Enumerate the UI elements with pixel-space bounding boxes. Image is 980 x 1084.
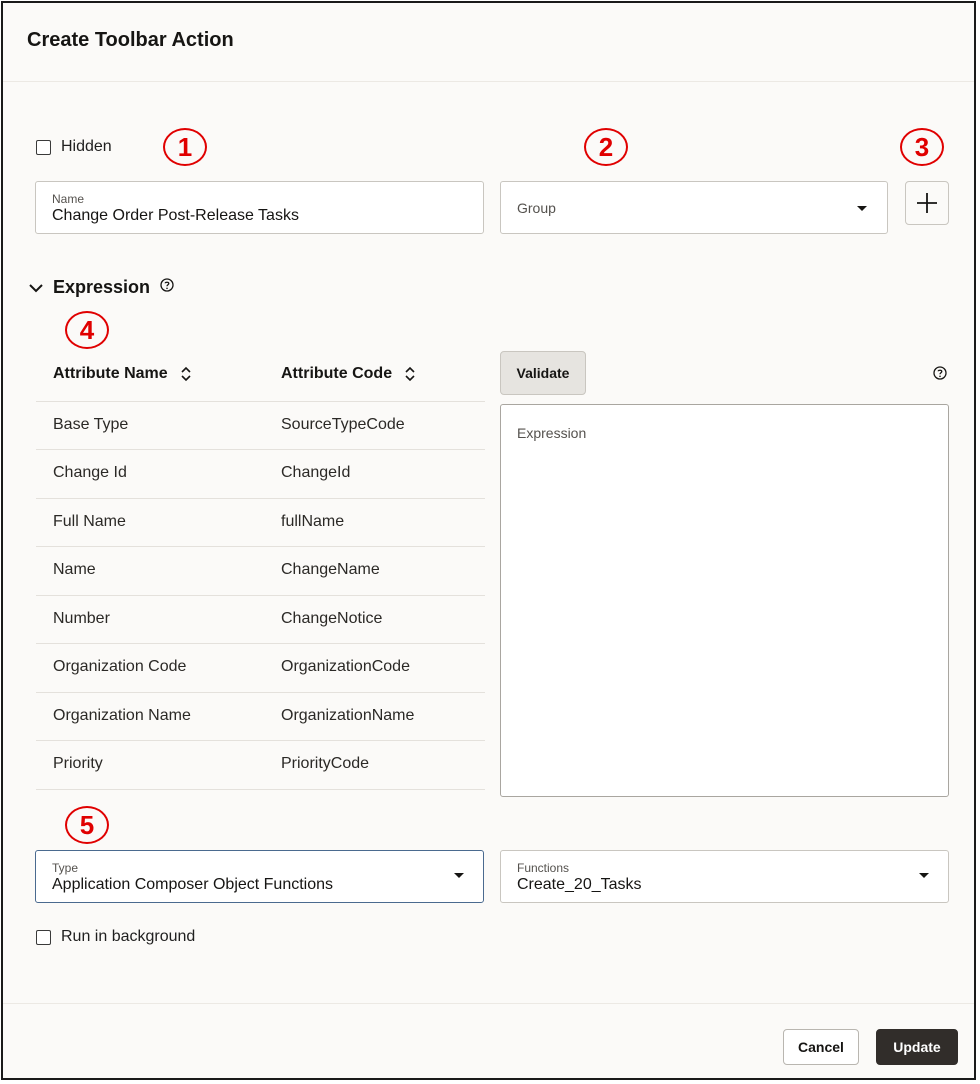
type-select-label: Type bbox=[52, 861, 79, 875]
chevron-down-icon bbox=[857, 206, 867, 211]
column-header-attribute-code[interactable]: Attribute Code bbox=[281, 365, 416, 383]
table-row[interactable]: Priority PriorityCode bbox=[36, 740, 485, 790]
group-select-placeholder: Group bbox=[517, 200, 556, 216]
callout-5: 5 bbox=[65, 806, 109, 844]
hidden-checkbox-row[interactable]: Hidden bbox=[36, 138, 112, 156]
attribute-name-cell: Number bbox=[53, 610, 110, 627]
attribute-name-cell: Full Name bbox=[53, 513, 126, 530]
type-select-value: Application Composer Object Functions bbox=[52, 876, 334, 893]
dialog-header: Create Toolbar Action bbox=[3, 3, 974, 82]
table-row[interactable]: Full Name fullName bbox=[36, 498, 485, 547]
type-select[interactable]: Type Application Composer Object Functio… bbox=[35, 850, 484, 903]
column-header-label: Attribute Code bbox=[281, 365, 393, 382]
callout-4: 4 bbox=[65, 311, 109, 349]
name-field-value[interactable]: Change Order Post-Release Tasks bbox=[52, 207, 299, 225]
hidden-checkbox-label: Hidden bbox=[61, 138, 112, 155]
attribute-name-cell: Priority bbox=[53, 755, 103, 772]
attribute-code-cell: ChangeId bbox=[281, 464, 351, 481]
functions-select[interactable]: Functions Create_20_Tasks bbox=[500, 850, 949, 903]
run-in-background-row[interactable]: Run in background bbox=[36, 928, 195, 946]
column-header-attribute-name[interactable]: Attribute Name bbox=[53, 365, 192, 383]
functions-select-label: Functions bbox=[517, 861, 570, 875]
expression-textarea[interactable]: Expression bbox=[500, 404, 949, 797]
group-select[interactable]: Group bbox=[500, 181, 888, 234]
help-icon[interactable] bbox=[933, 366, 947, 385]
cancel-button[interactable]: Cancel bbox=[783, 1029, 859, 1065]
sort-icon[interactable] bbox=[404, 366, 416, 382]
attribute-code-cell: ChangeNotice bbox=[281, 610, 383, 627]
expression-section-toggle[interactable]: Expression bbox=[29, 277, 174, 298]
attribute-name-cell: Organization Name bbox=[53, 707, 191, 724]
add-group-button[interactable] bbox=[905, 181, 949, 225]
table-row[interactable]: Organization Code OrganizationCode bbox=[36, 643, 485, 692]
run-in-background-label: Run in background bbox=[61, 928, 196, 945]
attribute-code-cell: OrganizationName bbox=[281, 707, 415, 724]
create-toolbar-action-dialog: Create Toolbar Action Hidden Name Change… bbox=[1, 1, 976, 1080]
callout-1: 1 bbox=[163, 128, 207, 166]
table-row[interactable]: Change Id ChangeId bbox=[36, 449, 485, 498]
attribute-code-cell: fullName bbox=[281, 513, 345, 530]
column-header-label: Attribute Name bbox=[53, 365, 168, 382]
attribute-code-cell: ChangeName bbox=[281, 561, 380, 578]
name-field-label: Name bbox=[52, 192, 85, 206]
chevron-down-icon[interactable] bbox=[29, 283, 43, 293]
chevron-down-icon bbox=[454, 873, 464, 878]
help-icon[interactable] bbox=[160, 278, 174, 297]
table-row[interactable]: Number ChangeNotice bbox=[36, 595, 485, 644]
update-button[interactable]: Update bbox=[876, 1029, 958, 1065]
expression-placeholder: Expression bbox=[517, 425, 587, 441]
functions-select-value: Create_20_Tasks bbox=[517, 876, 642, 893]
hidden-checkbox[interactable] bbox=[36, 139, 51, 155]
name-field[interactable]: Name Change Order Post-Release Tasks bbox=[35, 181, 484, 234]
attribute-name-cell: Change Id bbox=[53, 464, 127, 481]
table-row[interactable]: Organization Name OrganizationName bbox=[36, 692, 485, 741]
validate-button[interactable]: Validate bbox=[500, 351, 586, 395]
chevron-down-icon bbox=[919, 873, 929, 878]
table-row[interactable]: Base Type SourceTypeCode bbox=[36, 401, 485, 450]
sort-icon[interactable] bbox=[180, 366, 192, 382]
callout-3: 3 bbox=[900, 128, 944, 166]
dialog-title: Create Toolbar Action bbox=[27, 29, 234, 51]
callout-2: 2 bbox=[584, 128, 628, 166]
attribute-name-cell: Base Type bbox=[53, 416, 129, 433]
table-row[interactable]: Name ChangeName bbox=[36, 546, 485, 595]
plus-icon bbox=[917, 193, 937, 213]
run-in-background-checkbox[interactable] bbox=[36, 929, 51, 945]
attribute-name-cell: Organization Code bbox=[53, 658, 187, 675]
attribute-code-cell: OrganizationCode bbox=[281, 658, 410, 675]
expression-section-title: Expression bbox=[53, 277, 151, 297]
attribute-name-cell: Name bbox=[53, 561, 96, 578]
attribute-code-cell: SourceTypeCode bbox=[281, 416, 405, 433]
attribute-code-cell: PriorityCode bbox=[281, 755, 370, 772]
